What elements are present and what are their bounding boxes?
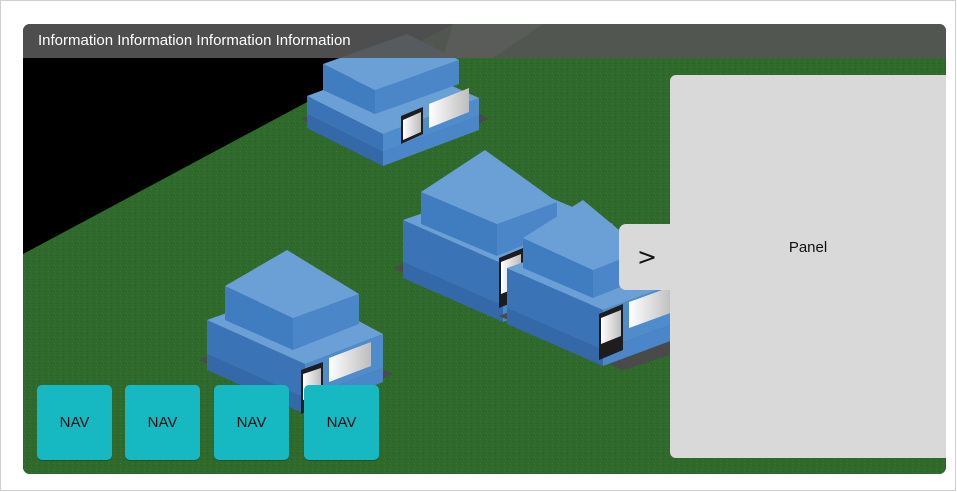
panel-title: Panel	[788, 239, 828, 256]
information-text: Information Information Information Info…	[38, 32, 351, 49]
nav-button-2[interactable]: NAV	[125, 385, 200, 460]
chevron-right-icon: >	[637, 243, 658, 271]
side-panel: Panel	[670, 75, 946, 458]
nav-button-1[interactable]: NAV	[37, 385, 112, 460]
panel-toggle-button[interactable]: >	[619, 224, 673, 290]
nav-button-4[interactable]: NAV	[304, 385, 379, 460]
information-bar: Information Information Information Info…	[23, 24, 946, 58]
page-frame: Information Information Information Info…	[0, 0, 956, 491]
game-viewport[interactable]: Information Information Information Info…	[23, 24, 946, 474]
nav-button-3[interactable]: NAV	[214, 385, 289, 460]
